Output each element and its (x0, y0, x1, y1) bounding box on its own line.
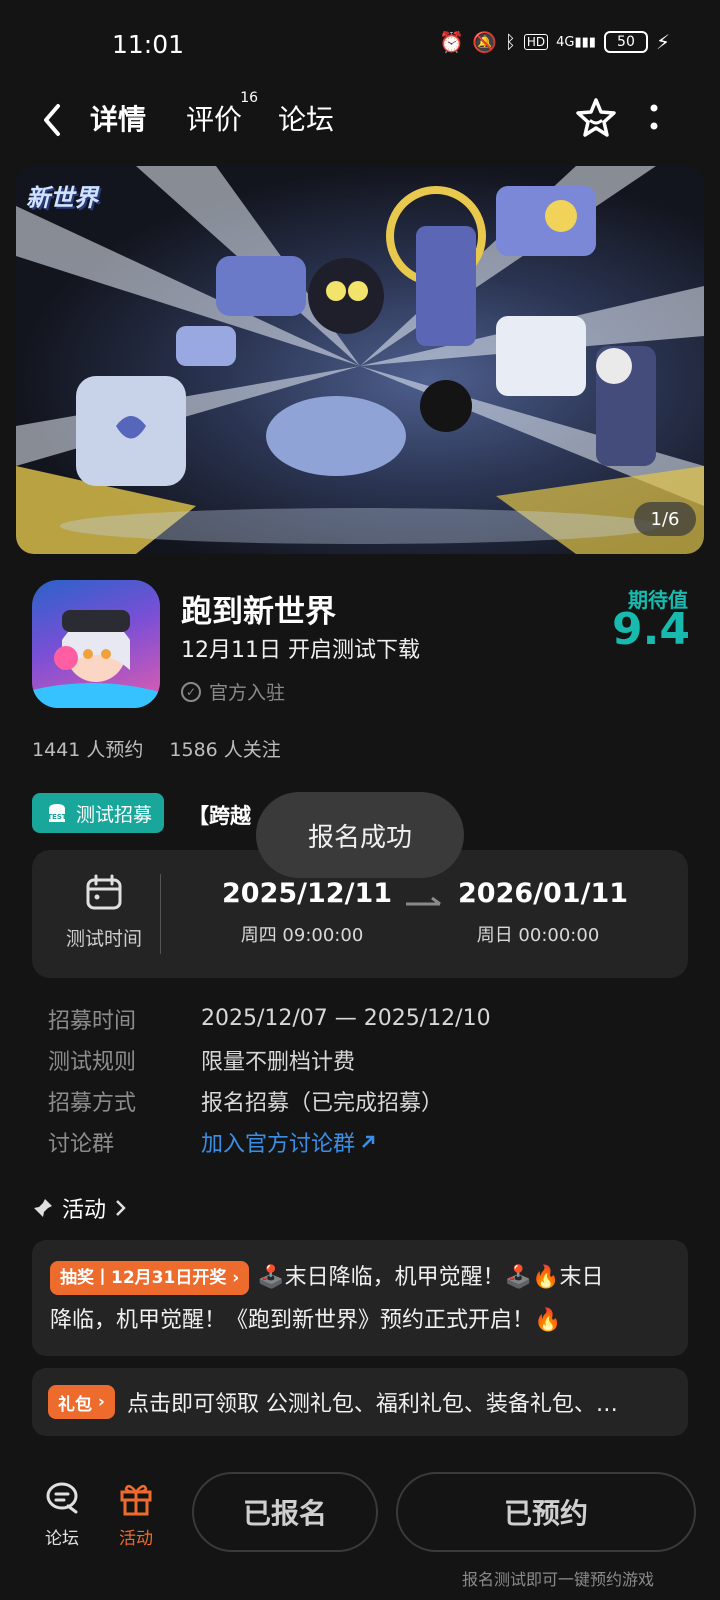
bottom-action-bar: 论坛 活动 已报名 已预约 报名测试即可一键预约游戏 (0, 1460, 720, 1600)
back-icon[interactable] (34, 98, 74, 142)
recruit-info-list: 招募时间 2025/12/07 — 2025/12/10 测试规则 限量不删档计… (48, 998, 491, 1162)
banner-page-counter: 1/6 (634, 502, 696, 536)
check-circle-icon: ✓ (181, 681, 201, 702)
banner-carousel[interactable]: 新世界 1/6 (16, 166, 704, 554)
gift-activity-card[interactable]: 礼包 › 点击即可领取 公测礼包、福利礼包、装备礼包、… (32, 1368, 688, 1436)
review-count-badge: 16 (240, 90, 259, 106)
test-recruit-tag: TEST 测试招募 (32, 793, 165, 833)
registered-button[interactable]: 已报名 (192, 1472, 378, 1552)
star-icon[interactable] (572, 94, 620, 142)
signal-icon: 4G▮▮▮ (556, 34, 596, 50)
gift-icon (120, 1484, 152, 1516)
test-icon: TEST (47, 804, 67, 822)
lottery-tag[interactable]: 抽奖丨12月31日开奖 › (50, 1261, 250, 1295)
more-icon[interactable] (644, 98, 664, 138)
success-toast: 报名成功 (256, 792, 464, 878)
mute-icon: 🔕 (472, 30, 498, 54)
external-link-icon (362, 1135, 375, 1148)
game-icon (32, 580, 160, 708)
join-group-link[interactable]: 加入官方讨论群 (201, 1126, 377, 1158)
end-date-block: 2026/01/11 周日 00:00:00 (458, 878, 629, 947)
info-row-recruit-method: 招募方式 报名招募（已完成招募） (48, 1090, 444, 1116)
gift-tag[interactable]: 礼包 › (48, 1385, 115, 1419)
pin-icon (34, 1199, 52, 1217)
calendar-icon (86, 874, 122, 910)
start-date-block: 2025/12/11 周四 09:00:00 (222, 878, 393, 947)
arrow-right-icon (406, 896, 441, 906)
info-row-discussion-group: 讨论群 加入官方讨论群 (48, 1121, 491, 1162)
forum-icon (46, 1482, 78, 1514)
lottery-text-line1: 🕹️末日降临，机甲觉醒！🕹️🔥末日 (257, 1265, 604, 1290)
status-bar: 11:01 ⏰ 🔕 ᛒ HD 4G▮▮▮ 50 ⚡ (0, 0, 720, 90)
lottery-activity-card[interactable]: 抽奖丨12月31日开奖 › 🕹️末日降临，机甲觉醒！🕹️🔥末日 降临，机甲觉醒！《… (32, 1240, 688, 1356)
divider (160, 874, 161, 954)
test-time-label: 测试时间 (65, 928, 142, 950)
banner-artwork (16, 166, 704, 554)
tab-reviews[interactable]: 评价 16 (186, 90, 258, 138)
nav-forum[interactable]: 论坛 (32, 1478, 92, 1549)
info-row-test-rule: 测试规则 限量不删档计费 (48, 1049, 356, 1075)
bluetooth-icon: ᛒ (505, 31, 516, 53)
game-title: 跑到新世界 (181, 594, 336, 630)
info-row-recruit-time: 招募时间 2025/12/07 — 2025/12/10 (48, 1006, 491, 1034)
lottery-text-line2: 降临，机甲觉醒！《跑到新世界》预约正式开启！🔥 (50, 1308, 562, 1333)
expect-score: 9.4 (612, 604, 690, 655)
official-badge: ✓ 官方入驻 (181, 678, 285, 705)
svg-text:TEST: TEST (47, 813, 67, 821)
header: 详情 评价 16 论坛 (0, 88, 720, 152)
game-stats: 1441 人预约 1586 人关注 (32, 735, 281, 762)
banner-logo: 新世界 (26, 184, 98, 212)
reserve-hint: 报名测试即可一键预约游戏 (461, 1570, 654, 1589)
test-time-label-block: 测试时间 (54, 872, 154, 951)
nav-activity[interactable]: 活动 (106, 1478, 166, 1549)
charging-icon: ⚡ (655, 30, 670, 54)
reservation-count: 1441 人预约 (32, 739, 144, 761)
status-icons: ⏰ 🔕 ᛒ HD 4G▮▮▮ 50 ⚡ (439, 30, 670, 54)
game-subtitle: 12月11日 开启测试下载 (181, 638, 420, 663)
gift-text: 点击即可领取 公测礼包、福利礼包、装备礼包、… (126, 1392, 618, 1417)
chevron-right-icon (116, 1200, 126, 1216)
end-time: 周日 00:00:00 (476, 925, 600, 946)
recruit-title[interactable]: 【跨越 (188, 800, 251, 830)
end-date: 2026/01/11 (458, 878, 629, 909)
hd-icon: HD (523, 34, 549, 50)
alarm-icon: ⏰ (439, 30, 465, 54)
tab-details[interactable]: 详情 (90, 98, 147, 142)
start-time: 周四 09:00:00 (240, 925, 364, 946)
reserved-button[interactable]: 已预约 (396, 1472, 696, 1552)
battery-icon: 50 (603, 31, 648, 53)
tab-forum[interactable]: 论坛 (278, 98, 334, 138)
status-time: 11:01 (112, 30, 185, 59)
activity-section-header[interactable]: 活动 (32, 1192, 128, 1224)
follow-count: 1586 人关注 (169, 739, 281, 761)
start-date: 2025/12/11 (222, 878, 393, 909)
